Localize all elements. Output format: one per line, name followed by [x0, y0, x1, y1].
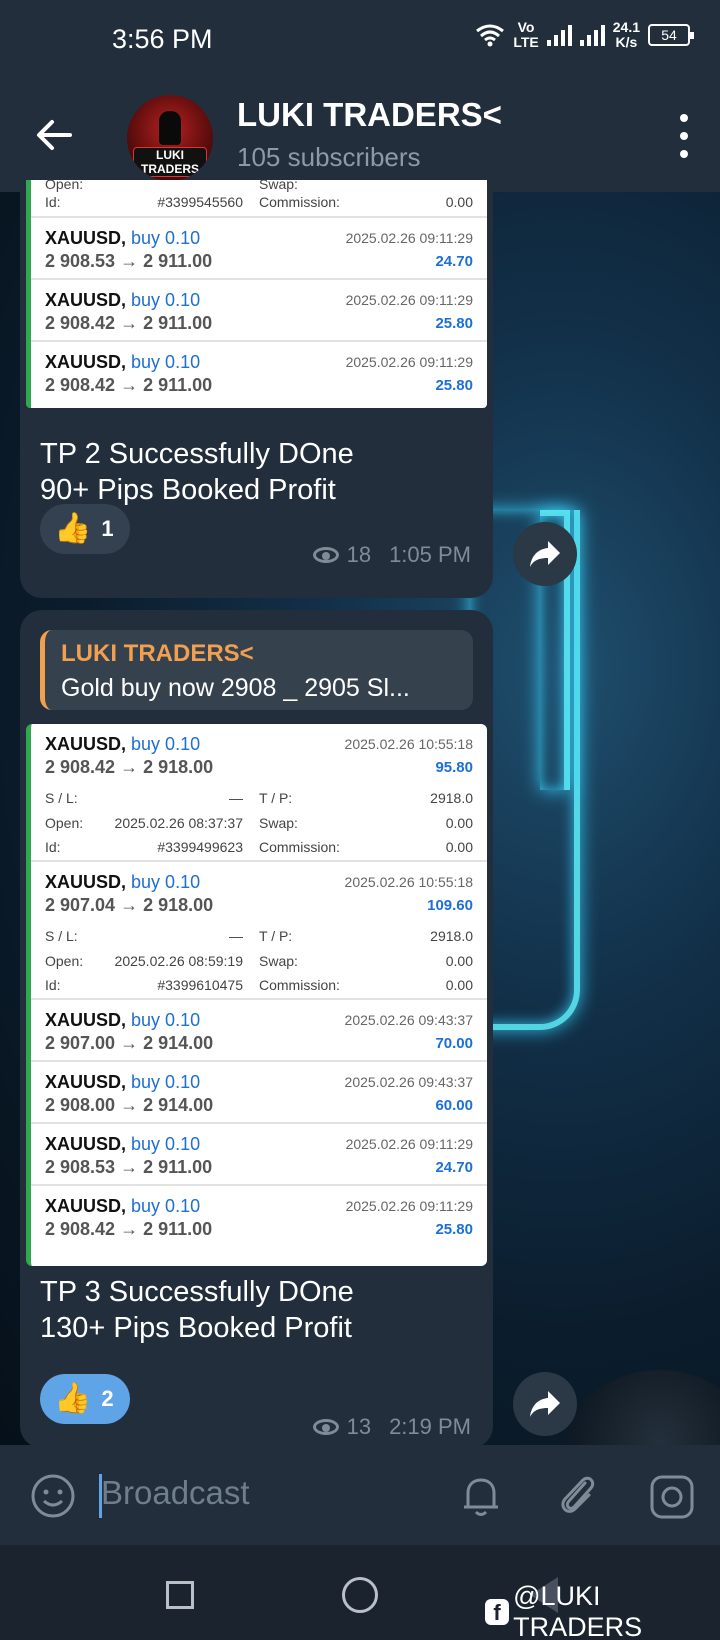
channel-avatar[interactable]: LUKI TRADERS [127, 95, 213, 181]
share-button[interactable] [513, 522, 577, 586]
emoji-button[interactable] [30, 1473, 76, 1519]
trade-row: XAUUSD, buy 0.10 2 908.53 → 2 911.00 202… [31, 218, 487, 280]
system-nav-bar: f @LUKI TRADERS [0, 1545, 720, 1640]
trade-row: XAUUSD, buy 0.10 2 908.00 → 2 914.00 202… [31, 1062, 487, 1124]
view-count: 13 [346, 1414, 372, 1439]
message-time: 2:19 PM [389, 1414, 471, 1439]
trade-detail: S / L: — T / P: 2918.0 Open: 2025.02.26 … [31, 922, 487, 1000]
share-arrow-icon [530, 1391, 560, 1417]
dot-icon [680, 114, 688, 122]
message-bubble-2[interactable]: LUKI TRADERS< Gold buy now 2908 _ 2905 S… [20, 610, 493, 1448]
trade-detail: S / L: — T / P: 2918.0 Open: 2025.02.26 … [31, 784, 487, 862]
share-button[interactable] [513, 1372, 577, 1436]
reply-author: LUKI TRADERS< [61, 640, 254, 667]
smiley-icon [31, 1474, 75, 1518]
facebook-icon: f [485, 1599, 510, 1625]
attach-button[interactable] [555, 1471, 601, 1519]
subscriber-count: 105 subscribers [237, 142, 421, 172]
trade-row: XAUUSD, buy 0.10 2 907.04 → 2 918.00 202… [45, 872, 473, 915]
share-arrow-icon [530, 541, 560, 567]
trade-row: XAUUSD, buy 0.10 2 908.42 → 2 911.00 202… [31, 280, 487, 342]
reaction-count: 2 [101, 1386, 114, 1411]
trade-detail-partial: Open: Swap: Id: #3399545560 Commission: … [31, 180, 487, 218]
paperclip-icon [561, 1476, 595, 1513]
network-speed: 24.1 K/s [612, 19, 640, 50]
home-button[interactable] [342, 1577, 378, 1613]
bell-icon [464, 1478, 498, 1516]
arrow-left-icon [37, 120, 72, 150]
trade-row: XAUUSD, buy 0.10 2 908.53 → 2 911.00 202… [31, 1124, 487, 1186]
message-caption: TP 2 Successfully DOne 90+ Pips Booked P… [40, 438, 354, 506]
watermark-text: @LUKI TRADERS [513, 1581, 643, 1640]
message-meta: 13 2:19 PM [312, 1414, 471, 1440]
wallpaper-chair [560, 1370, 720, 1445]
views-icon [312, 547, 339, 563]
avatar-logo-text: LUKI TRADERS [133, 147, 207, 177]
wifi-icon [476, 24, 505, 47]
view-count: 18 [346, 542, 372, 567]
trade-row: XAUUSD, buy 0.10 2 908.42 → 2 911.00 202… [45, 352, 473, 395]
reaction-chip[interactable]: 👍 1 [40, 504, 130, 554]
reply-preview[interactable]: LUKI TRADERS< Gold buy now 2908 _ 2905 S… [40, 630, 473, 710]
message-time: 1:05 PM [389, 542, 471, 567]
trade-row: XAUUSD, buy 0.10 2 908.42 → 2 911.00 202… [45, 1196, 473, 1239]
dot-icon [680, 150, 688, 158]
network-type: Vo LTE [513, 19, 539, 50]
back-button[interactable] [30, 110, 80, 160]
signal-icon [546, 24, 572, 46]
camera-icon [650, 1475, 694, 1519]
signal-icon-2 [579, 24, 605, 46]
input-bar: Broadcast [0, 1445, 720, 1545]
battery-icon: 54 [648, 24, 694, 46]
message-meta: 18 1:05 PM [312, 542, 471, 568]
dot-icon [680, 132, 688, 140]
views-icon [312, 1419, 339, 1435]
trade-screenshot[interactable]: XAUUSD, buy 0.10 2 908.42 → 2 918.00 202… [26, 724, 487, 1266]
broadcast-input[interactable]: Broadcast [101, 1474, 250, 1512]
message-bubble-1[interactable]: Open: Swap: Id: #3399545560 Commission: … [20, 180, 493, 598]
trade-screenshot[interactable]: Open: Swap: Id: #3399545560 Commission: … [26, 180, 487, 408]
recents-button[interactable] [166, 1581, 194, 1609]
trade-row: XAUUSD, buy 0.10 2 908.42 → 2 918.00 202… [45, 734, 473, 777]
avatar-figure [159, 111, 181, 145]
message-caption: TP 3 Successfully DOne 130+ Pips Booked … [40, 1276, 354, 1344]
chat-header: LUKI TRADERS LUKI TRADERS< 105 subscribe… [0, 80, 720, 192]
more-options-button[interactable] [676, 114, 692, 158]
notification-toggle-button[interactable] [460, 1473, 502, 1519]
status-time: 3:56 PM [112, 24, 213, 54]
reply-text: Gold buy now 2908 _ 2905 Sl... [61, 674, 410, 702]
trade-row: XAUUSD, buy 0.10 2 907.00 → 2 914.00 202… [31, 1000, 487, 1062]
thumbs-up-icon: 👍 [54, 512, 92, 545]
camera-button[interactable] [648, 1473, 696, 1521]
channel-title[interactable]: LUKI TRADERS< [237, 96, 502, 134]
reaction-chip[interactable]: 👍 2 [40, 1374, 130, 1424]
thumbs-up-icon: 👍 [54, 1382, 92, 1415]
reaction-count: 1 [101, 516, 114, 541]
watermark: f @LUKI TRADERS [485, 1581, 720, 1640]
status-bar: 3:56 PM Vo LTE 24.1 K/s 54 [0, 0, 720, 80]
status-icons: Vo LTE 24.1 K/s 54 [475, 19, 694, 50]
